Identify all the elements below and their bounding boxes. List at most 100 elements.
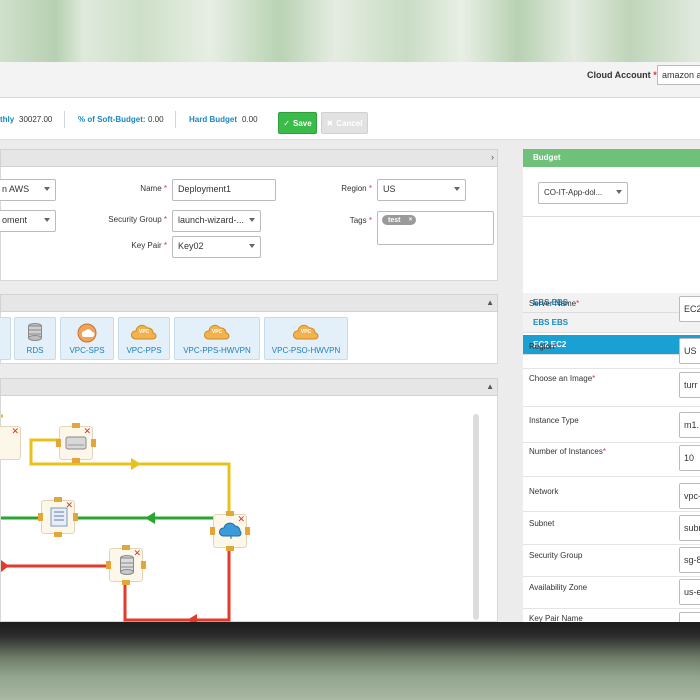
connector-handle[interactable] — [226, 511, 234, 516]
budget-bar: thly 30027.00 % of Soft-Budget: 0.00 Har… — [0, 98, 700, 140]
service-tile-rds[interactable]: RDS — [14, 317, 56, 360]
vpc-badge: VPC — [138, 329, 150, 335]
region-select[interactable]: US — [377, 179, 466, 201]
connector-handle[interactable] — [54, 532, 62, 537]
environment-select-value: oment — [2, 215, 28, 225]
provider-select-value: n AWS — [2, 184, 30, 194]
service-tile-vpc-pps[interactable]: VPC VPC-PPS — [118, 317, 170, 360]
connector-handle[interactable] — [226, 546, 234, 551]
divider — [175, 111, 176, 128]
budget-header: Budget — [523, 149, 700, 167]
save-button[interactable]: ✓ Save — [278, 112, 317, 134]
key-pair-select[interactable]: Key02 — [172, 236, 261, 258]
service-tile-vpc-sps[interactable]: VPC-SPS — [60, 317, 114, 360]
cancel-button-label: Cancel — [336, 118, 363, 128]
connector-handle[interactable] — [54, 497, 62, 502]
properties-panel: Budget CO-IT-App-dol... EBS EBS EBS EBS … — [523, 149, 700, 622]
name-label: Name * — [140, 184, 167, 193]
service-tile-vpc-pso-hwvpn[interactable]: VPC VPC-PSO-HWVPN — [264, 317, 348, 360]
connector-handle[interactable] — [210, 527, 215, 535]
connector-handle[interactable] — [72, 423, 80, 428]
canvas-scrollbar[interactable] — [473, 414, 479, 620]
key-pair-label: Key Pair * — [131, 241, 167, 250]
caret-down-icon — [249, 218, 255, 222]
chevron-right-icon[interactable]: › — [491, 152, 494, 162]
design-canvas[interactable]: ✕ ✕ ✕ ✕ ✕ — [0, 396, 498, 622]
soft-budget-value: 0.00 — [148, 115, 164, 124]
delete-node-icon[interactable]: ✕ — [83, 427, 91, 436]
vpc-badge: VPC — [211, 329, 223, 335]
blurred-background-bottom — [0, 622, 700, 700]
accordion-ebs-2[interactable]: EBS EBS — [523, 313, 700, 333]
environment-select[interactable]: oment — [0, 210, 56, 232]
node-server-list[interactable]: ✕ — [38, 497, 78, 537]
node-storage[interactable]: ✕ — [56, 423, 96, 463]
budget-select[interactable]: CO-IT-App-dol... — [538, 182, 628, 204]
provider-select[interactable]: n AWS — [0, 179, 56, 201]
delete-node-icon[interactable]: ✕ — [133, 549, 141, 558]
delete-node-icon[interactable]: ✕ — [11, 427, 19, 436]
delete-node-icon[interactable]: ✕ — [237, 515, 245, 524]
connector-handle[interactable] — [141, 561, 146, 569]
key-pair-value: Key02 — [178, 241, 204, 251]
monthly-budget-label: thly — [0, 115, 15, 124]
tag-chip[interactable]: test ✕ — [382, 215, 416, 225]
tags-input[interactable]: test ✕ — [377, 211, 494, 245]
connector-handle[interactable] — [38, 513, 43, 521]
divider — [64, 111, 65, 128]
service-tile-partial[interactable] — [0, 317, 11, 360]
arrow-icon — [1, 560, 9, 572]
collapse-up-icon[interactable]: ▲ — [486, 382, 494, 391]
database-icon — [28, 323, 42, 341]
budget-select-value: CO-IT-App-dol... — [544, 188, 603, 197]
cloud-icon — [77, 323, 97, 343]
connector-handle[interactable] — [72, 458, 80, 463]
caret-down-icon — [249, 244, 255, 248]
services-panel-header: ▲ — [0, 294, 498, 312]
tag-chip-label: test — [388, 216, 401, 224]
connector-handle[interactable] — [106, 561, 111, 569]
node-partial[interactable]: ✕ — [0, 426, 21, 460]
connector-handle[interactable] — [122, 580, 130, 585]
connector-handle[interactable] — [91, 439, 96, 447]
cancel-button[interactable]: ✖ Cancel — [321, 112, 368, 134]
server-icon — [50, 507, 68, 527]
deployment-panel-header: › — [0, 149, 498, 167]
check-icon: ✓ — [283, 118, 290, 128]
app-window: Cloud Account * amazon a thly 30027.00 %… — [0, 62, 700, 622]
save-button-label: Save — [293, 118, 312, 128]
connector-handle[interactable] — [245, 527, 250, 535]
name-input[interactable]: Deployment1 — [172, 179, 276, 201]
cloud-icon — [219, 522, 242, 539]
services-palette: RDS VPC-SPS VPC VPC-PPS VPC VPC-PPS-HWVP… — [0, 312, 498, 364]
connector-handle[interactable] — [73, 513, 78, 521]
accordion-ec2[interactable]: EC2 EC2 — [523, 335, 700, 355]
node-cloud[interactable]: ✕ — [210, 511, 250, 551]
remove-tag-icon[interactable]: ✕ — [408, 216, 413, 223]
region-label: Region * — [341, 184, 372, 193]
service-tile-vpc-pps-hwvpn[interactable]: VPC VPC-PPS-HWVPN — [174, 317, 260, 360]
database-icon — [120, 555, 134, 575]
accordion-ebs-1[interactable]: EBS EBS — [523, 293, 700, 313]
service-label: VPC-PPS-HWVPN — [183, 346, 251, 355]
collapse-up-icon[interactable]: ▲ — [486, 298, 494, 307]
tags-label: Tags * — [349, 216, 372, 225]
service-label: VPC-PPS — [126, 346, 162, 355]
close-icon: ✖ — [326, 118, 334, 128]
top-bar: Cloud Account * amazon a — [0, 62, 700, 98]
deployment-form: n AWS oment Name * Deployment1 Security … — [0, 167, 498, 281]
connector-handle[interactable] — [122, 545, 130, 550]
arrow-left-icon — [187, 614, 197, 622]
cloud-account-select[interactable]: amazon a — [657, 65, 700, 85]
connector-handle[interactable] — [56, 439, 61, 447]
monthly-budget-value: 30027.00 — [19, 115, 53, 124]
node-database[interactable]: ✕ — [106, 545, 146, 585]
hard-budget-label: Hard Budget — [189, 115, 237, 124]
caret-down-icon — [44, 218, 50, 222]
delete-node-icon[interactable]: ✕ — [65, 501, 73, 510]
service-label: VPC-SPS — [69, 346, 105, 355]
service-label: VPC-PSO-HWVPN — [271, 346, 341, 355]
caret-down-icon — [44, 187, 50, 191]
vpc-badge: VPC — [300, 329, 312, 335]
security-group-select[interactable]: launch-wizard-... — [172, 210, 261, 232]
